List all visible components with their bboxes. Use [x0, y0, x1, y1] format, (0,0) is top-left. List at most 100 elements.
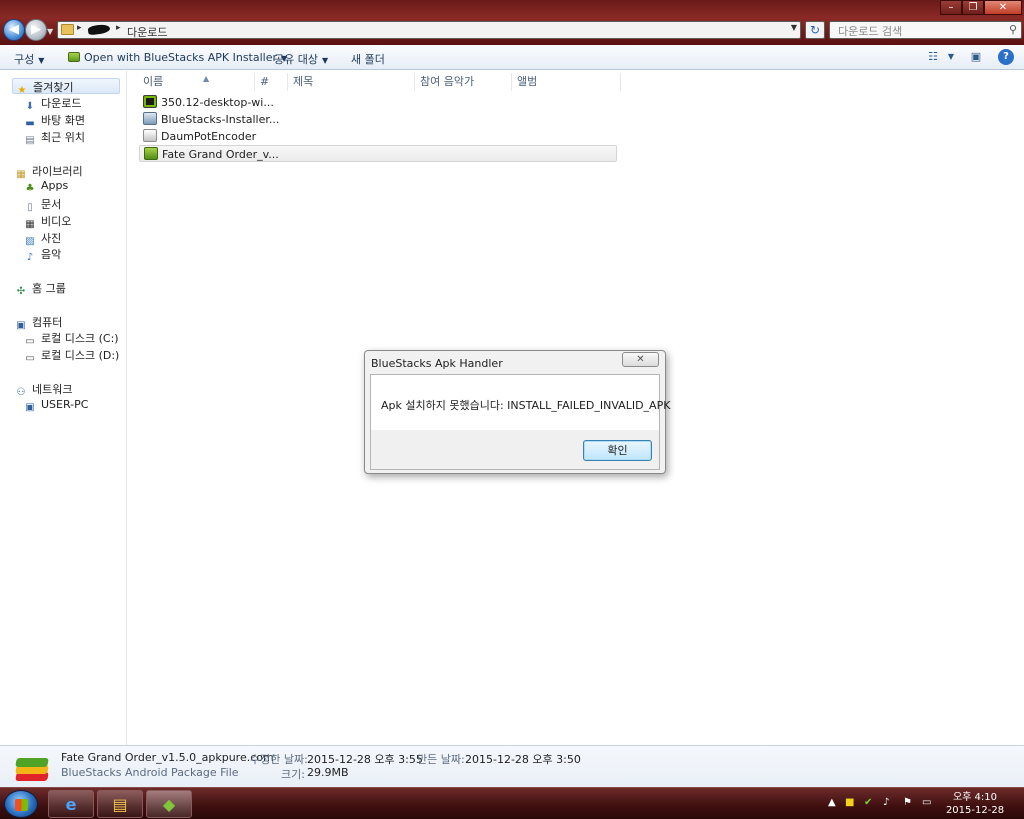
- dialog-close-button[interactable]: ✕: [622, 352, 659, 367]
- back-button[interactable]: ◀: [3, 19, 25, 41]
- sidebar-item-label: 로컬 디스크 (D:): [41, 349, 120, 362]
- sidebar-item-network[interactable]: ⚇ 네트워크: [14, 381, 73, 398]
- sidebar-item-label: 네트워크: [32, 383, 73, 396]
- sidebar-item-disk-d[interactable]: ▭ 로컬 디스크 (D:): [23, 347, 120, 364]
- navigation-pane: ★ 즐겨찾기 ⬇ 다운로드 ▬ 바탕 화면 ▤ 최근 위치 ▦ 라이브러리 ♣ Apps ▯…: [0, 71, 127, 745]
- search-input[interactable]: 다운로드 검색 ⚲: [829, 21, 1022, 39]
- sidebar-item-label: 로컬 디스크 (C:): [41, 332, 119, 345]
- organize-button[interactable]: 구성 ▼: [14, 51, 44, 67]
- breadcrumb-current[interactable]: 다운로드: [127, 24, 167, 40]
- column-header-artist[interactable]: 참여 음악가: [416, 73, 512, 91]
- file-name: 350.12-desktop-wi...: [161, 96, 274, 109]
- dialog-footer: 확인: [371, 430, 659, 469]
- column-header-label: 이름: [143, 75, 164, 88]
- breadcrumb-arrow-icon[interactable]: ▸: [116, 23, 121, 33]
- sidebar-item-user-pc[interactable]: ▣ USER-PC: [23, 398, 88, 414]
- sidebar-item-desktop[interactable]: ▬ 바탕 화면: [23, 112, 85, 129]
- sidebar-item-libraries[interactable]: ▦ 라이브러리: [14, 163, 82, 180]
- volume-icon[interactable]: ♪: [883, 797, 889, 808]
- window-titlebar: ◀ ▶ ▼ ▸ ▸ 다운로드 ▼ ↻ 다운로드 검색 ⚲ – ❐ ✕: [0, 0, 1024, 45]
- details-filename: Fate Grand Order_v1.5.0_apkpure.com: [61, 751, 274, 764]
- action-center-flag-icon[interactable]: ⚑: [903, 797, 912, 808]
- column-header-title[interactable]: 제목: [289, 73, 415, 91]
- sidebar-item-label: 바탕 화면: [41, 114, 85, 127]
- taskbar-bluestacks[interactable]: ◆: [146, 790, 192, 818]
- error-dialog: BlueStacks Apk Handler ✕ Apk 설치하지 못했습니다:…: [364, 350, 670, 474]
- bluestacks-installer-icon: [143, 112, 157, 125]
- view-dropdown-icon[interactable]: ▼: [943, 49, 959, 65]
- taskbar: e ▤ ◆ ▲ ■ ✔ ♪ ⚑ ▭ 오후 4:10 2015-12-28: [0, 787, 1024, 819]
- restore-button[interactable]: ❐: [962, 0, 984, 15]
- sidebar-item-homegroup[interactable]: ✣ 홈 그룹: [14, 280, 66, 297]
- help-icon[interactable]: ?: [998, 49, 1014, 65]
- sidebar-item-label: 비디오: [41, 215, 72, 228]
- sidebar-item-disk-c[interactable]: ▭ 로컬 디스크 (C:): [23, 330, 119, 347]
- sidebar-item-computer[interactable]: ▣ 컴퓨터: [14, 314, 62, 331]
- sidebar-item-videos[interactable]: ▦ 비디오: [23, 213, 72, 230]
- taskbar-internet-explorer[interactable]: e: [48, 790, 94, 818]
- sidebar-item-apps[interactable]: ♣ Apps: [23, 179, 69, 195]
- music-icon: ♪: [26, 252, 34, 263]
- close-button[interactable]: ✕: [984, 0, 1022, 15]
- details-size-label: 크기:: [281, 768, 305, 781]
- apk-file-icon: [144, 147, 158, 160]
- recent-pages-dropdown[interactable]: ▼: [47, 27, 53, 36]
- file-name: Fate Grand Order_v...: [162, 148, 279, 161]
- sort-ascending-icon: ▲: [203, 74, 210, 83]
- column-header-label: 제목: [293, 75, 314, 88]
- open-with-button[interactable]: Open with BlueStacks APK Installer ▼: [68, 51, 287, 64]
- sidebar-item-label: 홈 그룹: [32, 282, 66, 295]
- sidebar-item-downloads[interactable]: ⬇ 다운로드: [23, 95, 82, 112]
- details-created-value: 2015-12-28 오후 3:50: [465, 753, 581, 766]
- file-name: DaumPotEncoder: [161, 130, 257, 143]
- command-bar: 구성 ▼ Open with BlueStacks APK Installer ▼ …: [0, 45, 1024, 70]
- list-item[interactable]: 350.12-desktop-wi...: [139, 94, 617, 111]
- refresh-button[interactable]: ↻: [805, 21, 825, 39]
- redacted-username: [87, 23, 111, 36]
- sidebar-item-label: 최근 위치: [41, 131, 85, 144]
- computer-icon: ▣: [25, 402, 35, 413]
- view-options-icon[interactable]: ☷: [925, 49, 941, 65]
- start-button[interactable]: [4, 790, 38, 818]
- preview-pane-icon[interactable]: ▣: [968, 49, 984, 65]
- network-tray-icon[interactable]: ▭: [922, 797, 931, 808]
- forward-button[interactable]: ▶: [25, 19, 47, 41]
- details-pane: Fate Grand Order_v1.5.0_apkpure.com Blue…: [0, 745, 1024, 787]
- column-header-number[interactable]: #: [256, 73, 288, 91]
- breadcrumb-arrow-icon[interactable]: ▸: [77, 23, 82, 33]
- address-dropdown-icon[interactable]: ▼: [791, 23, 797, 32]
- sidebar-item-recent[interactable]: ▤ 최근 위치: [23, 129, 85, 146]
- address-bar[interactable]: ▸ ▸ 다운로드 ▼: [57, 21, 801, 39]
- system-clock[interactable]: 오후 4:10 2015-12-28: [945, 791, 1005, 817]
- windows-logo-icon: [15, 799, 28, 811]
- list-item-selected[interactable]: Fate Grand Order_v...: [139, 145, 617, 162]
- column-header-name[interactable]: ▲ 이름: [139, 73, 255, 91]
- dialog-title: BlueStacks Apk Handler: [371, 357, 503, 370]
- list-item[interactable]: DaumPotEncoder: [139, 128, 617, 145]
- details-size-value: 29.9MB: [307, 766, 349, 779]
- sidebar-item-documents[interactable]: ▯ 문서: [23, 196, 61, 213]
- details-modified-value: 2015-12-28 오후 3:55: [307, 753, 423, 766]
- bluestacks-icon: [68, 52, 80, 62]
- show-hidden-icons-icon[interactable]: ▲: [828, 797, 836, 808]
- sidebar-item-music[interactable]: ♪ 음악: [23, 246, 61, 263]
- sidebar-item-pictures[interactable]: ▨ 사진: [23, 230, 61, 247]
- dialog-message: Apk 설치하지 못했습니다: INSTALL_FAILED_INVALID_A…: [381, 399, 671, 412]
- ok-button[interactable]: 확인: [583, 440, 652, 461]
- sidebar-item-favorites[interactable]: ★ 즐겨찾기: [12, 78, 120, 96]
- column-header-album[interactable]: 앨범: [513, 73, 621, 91]
- column-header-label: 참여 음악가: [420, 75, 475, 88]
- taskbar-file-explorer[interactable]: ▤: [97, 790, 143, 818]
- chevron-down-icon: ▼: [38, 56, 45, 65]
- share-with-button[interactable]: 공유 대상 ▼: [274, 51, 328, 67]
- new-folder-button[interactable]: 새 폴더: [351, 51, 385, 67]
- search-icon[interactable]: ⚲: [1009, 23, 1017, 36]
- homegroup-icon: ✣: [16, 286, 26, 297]
- minimize-button[interactable]: –: [940, 0, 962, 15]
- list-item[interactable]: BlueStacks-Installer...: [139, 111, 617, 128]
- sidebar-item-label: USER-PC: [41, 398, 89, 411]
- security-lock-icon[interactable]: ■: [845, 797, 854, 808]
- nvidia-tray-icon[interactable]: ✔: [864, 797, 872, 808]
- nvidia-installer-icon: [143, 95, 157, 108]
- search-placeholder: 다운로드 검색: [838, 25, 903, 38]
